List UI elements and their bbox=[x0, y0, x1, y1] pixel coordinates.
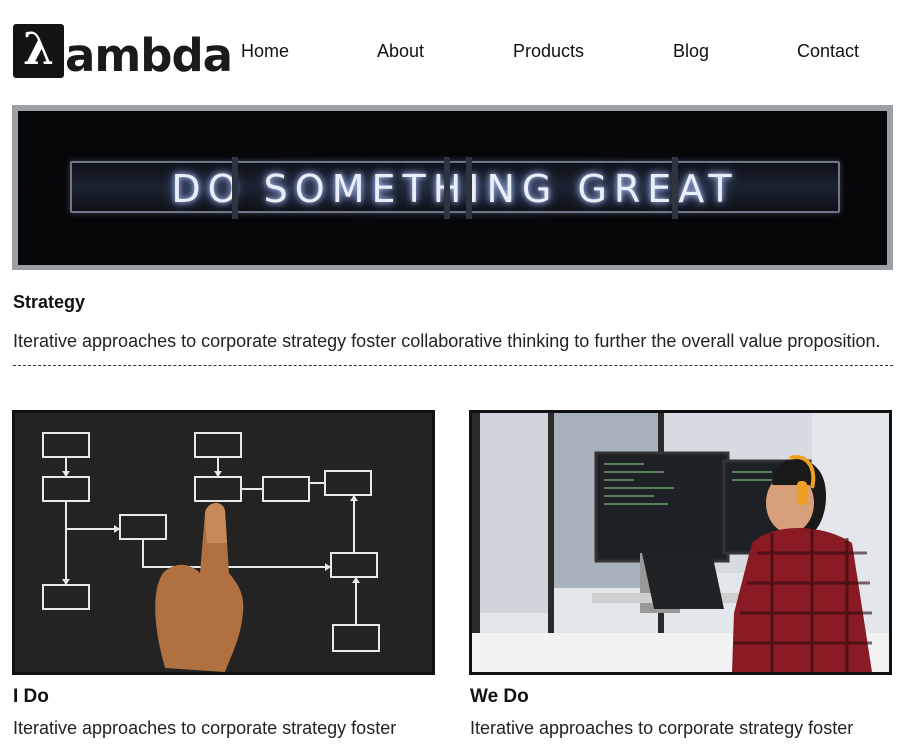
logo-glyph: λ bbox=[23, 24, 54, 75]
nav-contact[interactable]: Contact bbox=[797, 41, 859, 62]
hero-banner: DO SOMETHING GREAT bbox=[12, 105, 893, 270]
developer-illustration bbox=[472, 413, 889, 672]
flowchart-illustration bbox=[15, 413, 432, 672]
card-title-i-do: I Do bbox=[13, 686, 49, 707]
hero-image: DO SOMETHING GREAT bbox=[18, 111, 887, 265]
nav-about[interactable]: About bbox=[377, 41, 424, 62]
strategy-title: Strategy bbox=[13, 292, 86, 312]
card-title-we-do: We Do bbox=[470, 686, 529, 707]
site-logo[interactable]: λ ambda bbox=[13, 24, 233, 82]
nav-blog[interactable]: Blog bbox=[673, 41, 709, 62]
nav-home[interactable]: Home bbox=[241, 41, 289, 62]
card-description-i-do: Iterative approaches to corporate strate… bbox=[13, 718, 397, 738]
section-divider bbox=[13, 365, 893, 366]
lambda-logo-icon: λ bbox=[13, 24, 64, 78]
strategy-description: Iterative approaches to corporate strate… bbox=[13, 331, 881, 351]
logo-text: ambda bbox=[65, 29, 233, 82]
developer-workspace-image bbox=[469, 410, 892, 675]
card-description-we-do: Iterative approaches to corporate strate… bbox=[470, 718, 854, 738]
neon-sign: DO SOMETHING GREAT bbox=[70, 157, 840, 219]
flowchart-image bbox=[12, 410, 435, 675]
neon-sign-text: DO SOMETHING GREAT bbox=[171, 167, 739, 211]
nav-products[interactable]: Products bbox=[513, 41, 584, 62]
